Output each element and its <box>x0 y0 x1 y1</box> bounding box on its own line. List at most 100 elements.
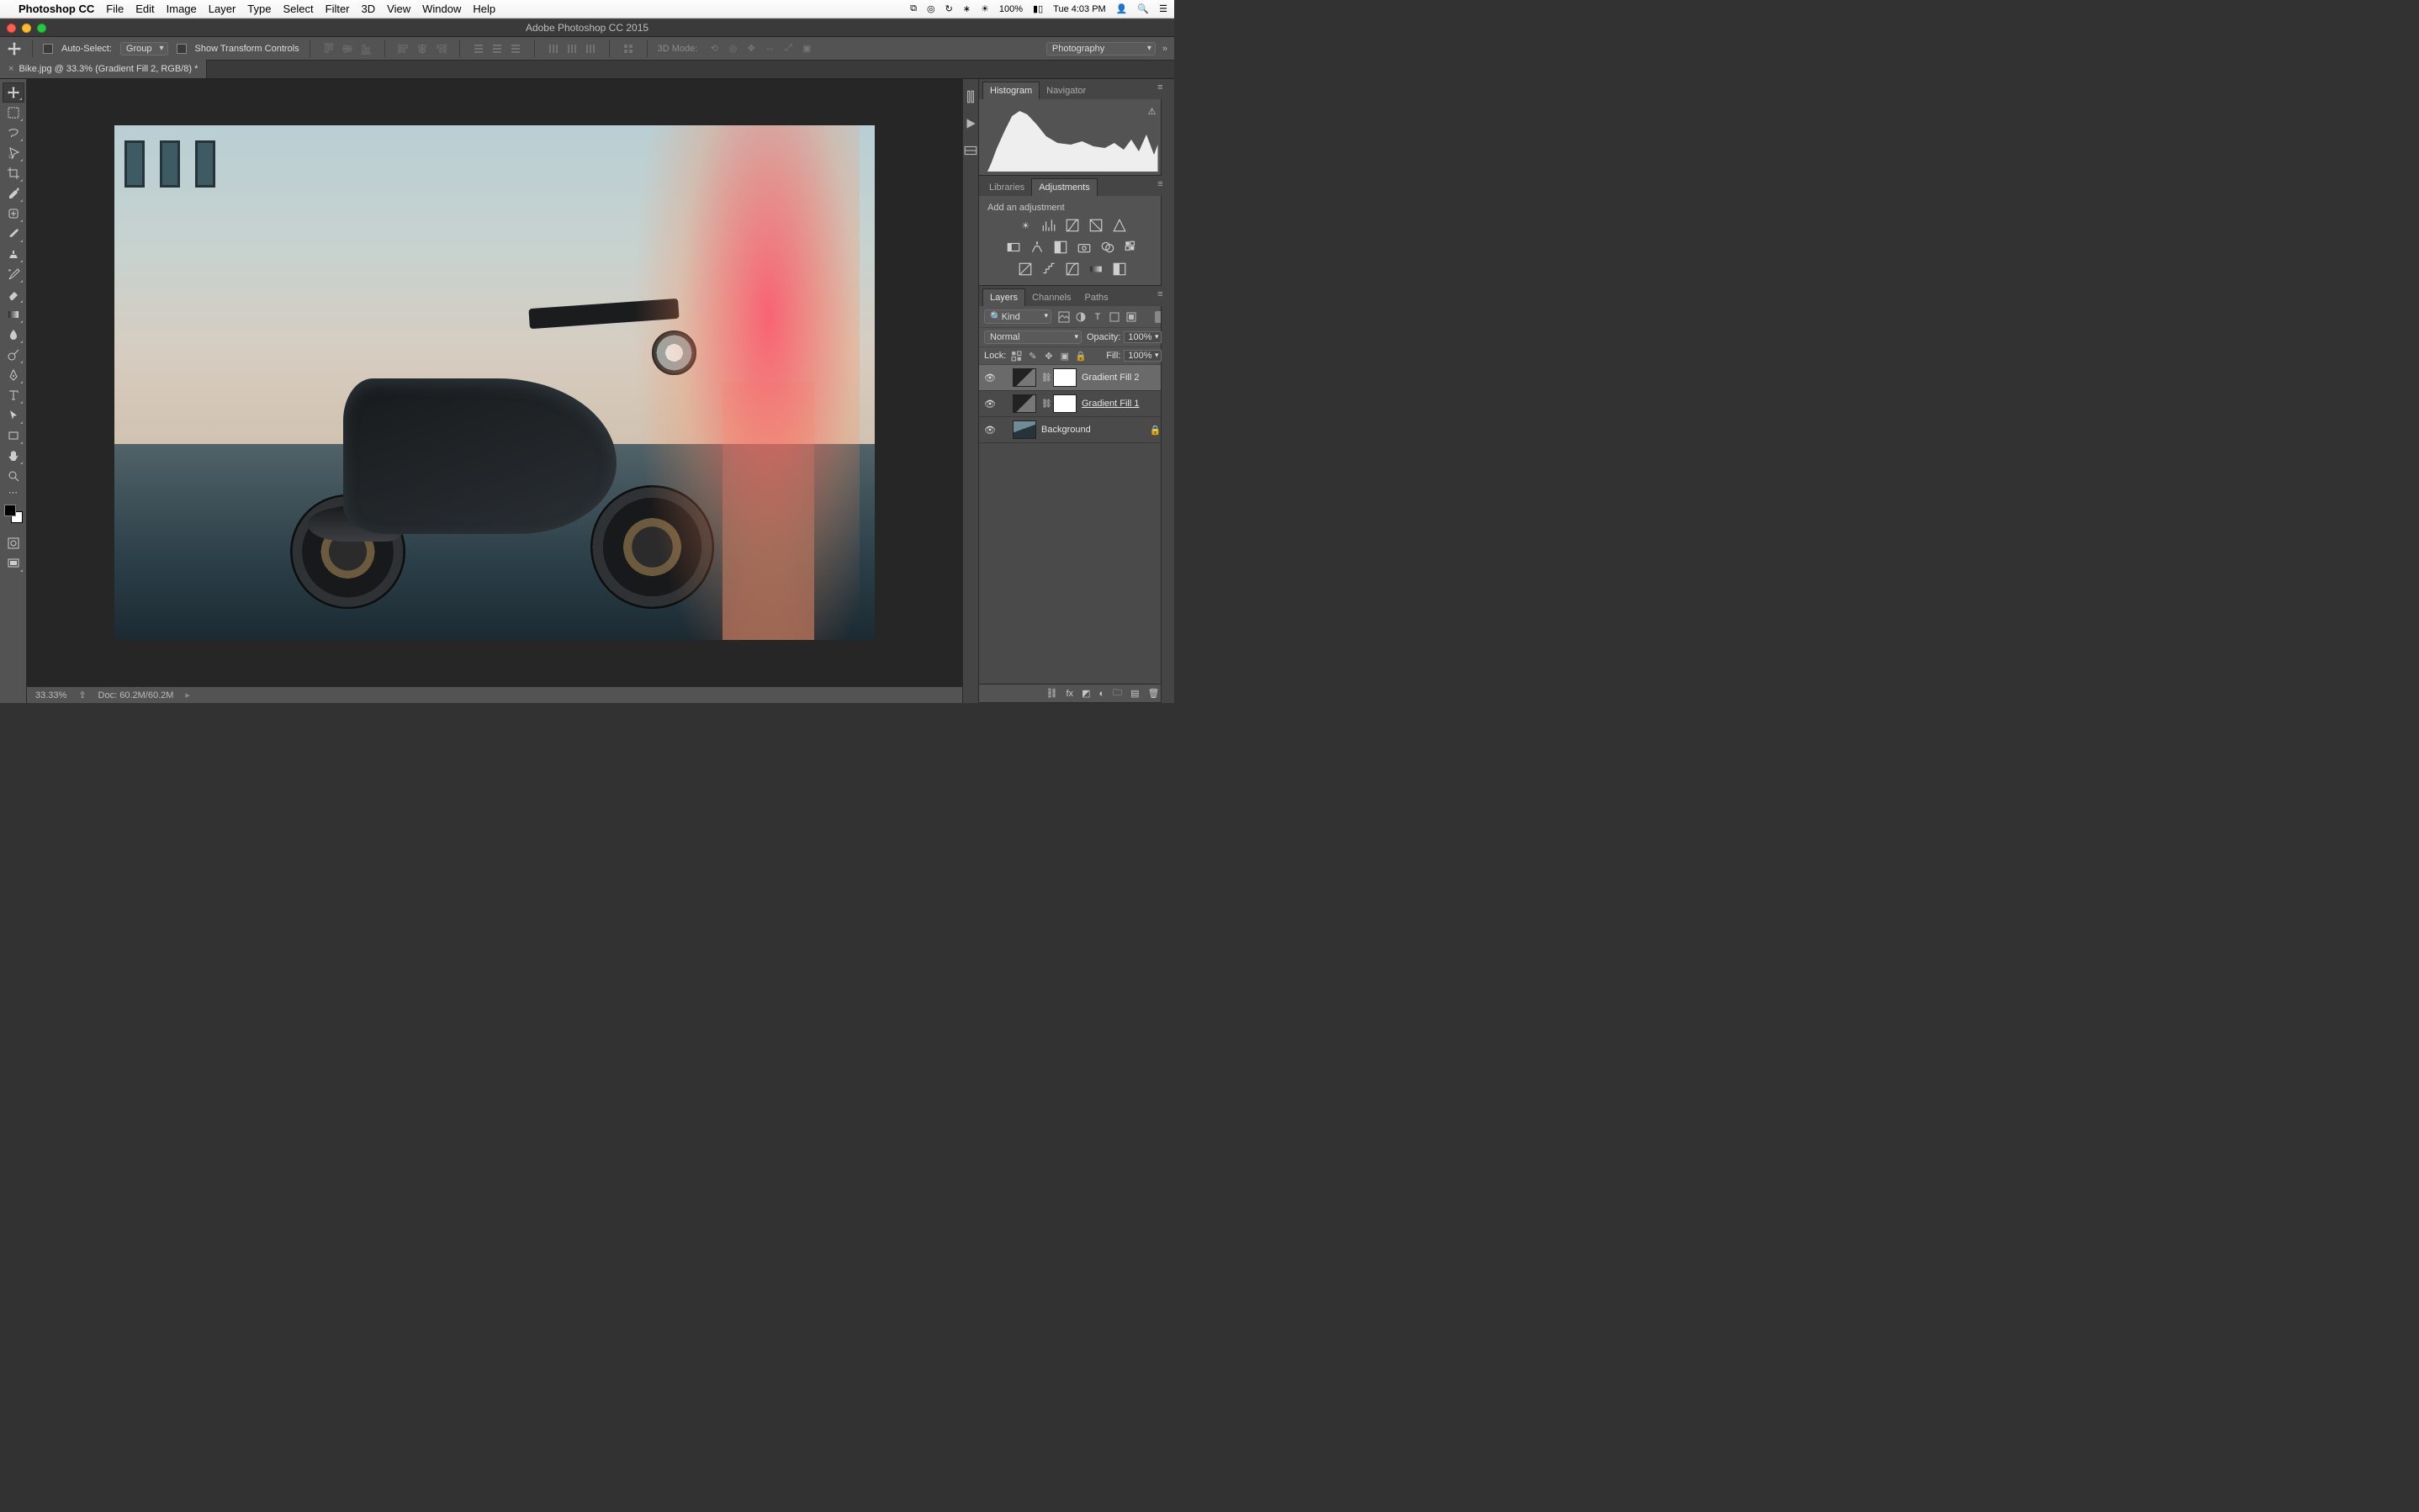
layer-thumb[interactable] <box>1013 394 1036 413</box>
tab-channels[interactable]: Channels <box>1025 289 1077 306</box>
healing-brush-tool[interactable] <box>3 204 24 224</box>
screen-mode-toggle[interactable] <box>3 553 24 574</box>
path-select-tool[interactable] <box>3 405 24 426</box>
filter-adjust-icon[interactable] <box>1075 311 1087 323</box>
new-group-icon[interactable]: 🗀 <box>1113 685 1122 701</box>
align-hcenter-icon[interactable] <box>414 41 431 56</box>
crop-tool[interactable] <box>3 163 24 183</box>
menu-window[interactable]: Window <box>422 3 461 15</box>
show-transform-checkbox[interactable] <box>177 44 187 54</box>
layer-row[interactable]: 👁 Background 🔒 <box>979 417 1167 443</box>
distribute-top-icon[interactable] <box>470 41 487 56</box>
menu-file[interactable]: File <box>106 3 124 15</box>
panel-menu-icon[interactable]: ≡ <box>1157 179 1162 189</box>
menu-select[interactable]: Select <box>283 3 313 15</box>
tab-close-icon[interactable]: × <box>8 64 13 74</box>
spotlight-icon[interactable]: 🔍 <box>1137 3 1149 14</box>
dropbox-icon[interactable]: ⧉ <box>910 3 917 14</box>
visibility-toggle-icon[interactable]: 👁 <box>984 425 996 436</box>
align-vcenter-icon[interactable] <box>339 41 356 56</box>
dock-icon-1[interactable] <box>963 89 978 104</box>
clock[interactable]: Tue 4:03 PM <box>1053 4 1106 14</box>
filter-smart-icon[interactable] <box>1125 311 1137 323</box>
eraser-tool[interactable] <box>3 284 24 304</box>
adj-bw-icon[interactable] <box>1053 240 1068 255</box>
marquee-tool[interactable] <box>3 103 24 123</box>
mask-thumb[interactable] <box>1053 368 1077 387</box>
distribute-left-icon[interactable] <box>545 41 562 56</box>
distribute-vcenter-icon[interactable] <box>489 41 506 56</box>
histogram-warning-icon[interactable]: ⚠ <box>1148 106 1157 117</box>
adj-selectivecolor-icon[interactable] <box>1112 262 1127 277</box>
delete-layer-icon[interactable]: 🗑 <box>1148 688 1160 699</box>
lock-all-icon[interactable]: 🔒 <box>1075 351 1086 362</box>
layer-thumb[interactable] <box>1013 368 1036 387</box>
adj-vibrance-icon[interactable] <box>1112 218 1127 233</box>
filter-shape-icon[interactable] <box>1109 311 1120 323</box>
link-layers-icon[interactable]: ⛓ <box>1046 688 1058 699</box>
auto-select-checkbox[interactable] <box>43 44 53 54</box>
adj-channelmixer-icon[interactable] <box>1100 240 1115 255</box>
type-tool[interactable] <box>3 385 24 405</box>
tab-layers[interactable]: Layers <box>982 288 1025 306</box>
distribute-bottom-icon[interactable] <box>507 41 524 56</box>
tab-paths[interactable]: Paths <box>1078 289 1115 306</box>
doc-size-readout[interactable]: Doc: 60.2M/60.2M <box>98 690 174 700</box>
user-icon[interactable]: 👤 <box>1116 3 1128 14</box>
timemachine-icon[interactable]: ↻ <box>945 3 953 14</box>
adj-gradientmap-icon[interactable] <box>1088 262 1104 277</box>
clone-stamp-tool[interactable] <box>3 244 24 264</box>
eyedropper-tool[interactable] <box>3 183 24 204</box>
canvas-area[interactable]: 33.33% ⇪ Doc: 60.2M/60.2M ▸ <box>27 79 962 703</box>
fg-bg-swatch[interactable] <box>3 503 24 525</box>
menu-filter[interactable]: Filter <box>326 3 350 15</box>
adj-invert-icon[interactable] <box>1018 262 1033 277</box>
adj-colorbalance-icon[interactable] <box>1030 240 1045 255</box>
dodge-tool[interactable] <box>3 345 24 365</box>
layer-name[interactable]: Background <box>1041 425 1091 435</box>
gradient-tool[interactable] <box>3 304 24 325</box>
distribute-right-icon[interactable] <box>582 41 599 56</box>
panel-menu-icon[interactable]: ≡ <box>1157 289 1162 299</box>
new-adjustment-icon[interactable]: ◐ <box>1098 689 1104 699</box>
battery-icon[interactable]: ▮▯ <box>1033 3 1043 14</box>
window-zoom[interactable] <box>37 24 46 33</box>
mask-thumb[interactable] <box>1053 394 1077 413</box>
adj-hue-icon[interactable] <box>1006 240 1021 255</box>
fill-field[interactable]: 100% <box>1124 350 1161 362</box>
layer-row[interactable]: 👁 ⛓ Gradient Fill 2 <box>979 365 1167 391</box>
document-canvas[interactable] <box>114 125 875 640</box>
adj-posterize-icon[interactable] <box>1041 262 1056 277</box>
menu-image[interactable]: Image <box>167 3 197 15</box>
pen-tool[interactable] <box>3 365 24 385</box>
filter-type-icon[interactable]: T <box>1092 311 1104 323</box>
layer-row[interactable]: 👁 ⛓ Gradient Fill 1 <box>979 391 1167 417</box>
lasso-tool[interactable] <box>3 123 24 143</box>
fx-icon[interactable]: fx <box>1067 689 1074 699</box>
adj-colorlookup-icon[interactable] <box>1124 240 1139 255</box>
dock-play-icon[interactable] <box>963 116 978 131</box>
cc-icon[interactable]: ◎ <box>927 3 935 14</box>
visibility-toggle-icon[interactable]: 👁 <box>984 399 996 410</box>
tab-libraries[interactable]: Libraries <box>982 179 1031 196</box>
menu-3d[interactable]: 3D <box>362 3 376 15</box>
adj-threshold-icon[interactable] <box>1065 262 1080 277</box>
blur-tool[interactable] <box>3 325 24 345</box>
menu-layer[interactable]: Layer <box>209 3 236 15</box>
window-close[interactable] <box>7 24 16 33</box>
hand-tool[interactable] <box>3 446 24 466</box>
menu-view[interactable]: View <box>387 3 410 15</box>
adj-photofilter-icon[interactable] <box>1077 240 1092 255</box>
bluetooth-icon[interactable]: ∗ <box>963 3 971 14</box>
panel-menu-icon[interactable]: ≡ <box>1157 82 1162 93</box>
auto-select-mode-dropdown[interactable]: Group <box>120 42 168 56</box>
layer-thumb[interactable] <box>1013 420 1036 439</box>
lock-position-icon[interactable]: ✥ <box>1043 351 1054 362</box>
mask-link-icon[interactable]: ⛓ <box>1041 399 1048 409</box>
zoom-readout[interactable]: 33.33% <box>35 690 66 700</box>
dock-icon-3[interactable] <box>963 143 978 158</box>
align-left-icon[interactable] <box>395 41 412 56</box>
notifications-icon[interactable]: ☰ <box>1159 3 1167 14</box>
document-tab[interactable]: × Bike.jpg @ 33.3% (Gradient Fill 2, RGB… <box>0 60 207 78</box>
lock-brush-icon[interactable]: ✎ <box>1027 351 1038 362</box>
